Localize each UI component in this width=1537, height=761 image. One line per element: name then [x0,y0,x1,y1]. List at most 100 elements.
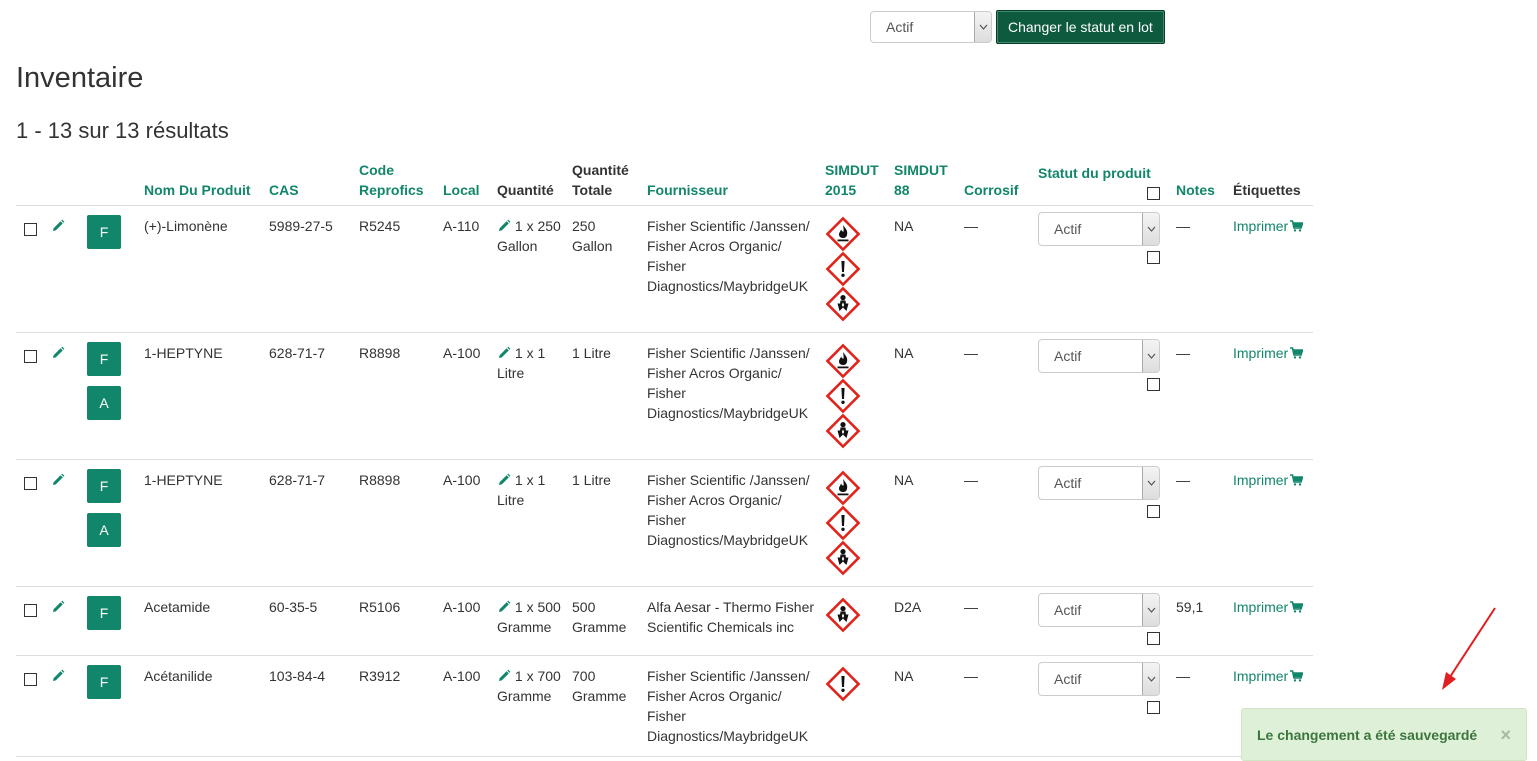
cart-icon [1288,668,1304,684]
batch-status-button[interactable]: Changer le statut en lot [996,10,1165,44]
labels-cell: Imprimer [1225,332,1313,460]
total-quantity: 500 Gramme [564,586,639,656]
status-value: Actif [1054,671,1082,687]
pencil-icon[interactable] [51,599,65,615]
row-edit-cell [43,459,79,587]
pencil-icon[interactable] [51,472,65,488]
status-value: Actif [1054,602,1082,618]
row-select-checkbox[interactable] [24,350,37,364]
pencil-icon[interactable] [51,218,65,234]
header-local[interactable]: Local [435,160,489,206]
batch-status-select[interactable]: Actif [870,11,992,43]
status-cell: Actif [1030,332,1168,460]
tag-button-f[interactable]: F [87,342,121,376]
print-link[interactable]: Imprimer [1233,668,1304,684]
status-select[interactable]: Actif [1038,212,1160,246]
simdut88-value: NA [886,655,956,757]
tag-button-f[interactable]: F [87,596,121,630]
location: A-100 [435,332,489,460]
header-corrosive[interactable]: Corrosif [956,160,1030,206]
status-cell: Actif [1030,655,1168,757]
row-select-checkbox[interactable] [24,223,37,237]
status-checkbox[interactable] [1147,632,1160,645]
status-checkbox[interactable] [1147,505,1160,518]
inventory-table: Nom Du Produit CAS Code Reprofics Local … [16,160,1313,757]
status-checkbox[interactable] [1147,378,1160,391]
header-notes[interactable]: Notes [1168,160,1225,206]
pencil-icon[interactable] [51,345,65,361]
quantity-cell: 1 x 1 Litre [489,332,564,460]
pencil-icon[interactable] [497,218,511,234]
print-label: Imprimer [1233,668,1289,684]
location: A-110 [435,205,489,333]
status-select[interactable]: Actif [1038,593,1160,627]
header-code[interactable]: Code Reprofics [351,160,435,206]
quantity-cell: 1 x 250 Gallon [489,205,564,333]
row-select-checkbox[interactable] [24,477,37,491]
select-all-status-checkbox[interactable] [1147,187,1160,200]
row-edit-cell [43,655,79,757]
labels-cell: Imprimer [1225,205,1313,333]
header-simdut2015[interactable]: SIMDUT 2015 [817,160,886,206]
print-link[interactable]: Imprimer [1233,345,1304,361]
tag-button-a[interactable]: A [87,513,121,547]
chevron-down-icon [1142,340,1159,372]
table-row: F Acetamide 60-35-5 R5106 A-100 1 x 500 … [16,586,1313,656]
row-edit-cell [43,586,79,656]
row-tags-cell: FA [79,459,136,587]
pencil-icon[interactable] [497,345,511,361]
row-tags-cell: F [79,655,136,757]
chevron-down-icon [1142,594,1159,626]
status-cell: Actif [1030,459,1168,587]
row-select-cell [16,586,43,656]
toast-close-icon[interactable]: × [1500,725,1511,746]
header-status[interactable]: Statut du produit [1030,160,1168,206]
tag-button-f[interactable]: F [87,215,121,249]
print-link[interactable]: Imprimer [1233,218,1304,234]
notes-value: — [1168,459,1225,587]
pencil-icon[interactable] [497,668,511,684]
pencil-icon[interactable] [497,472,511,488]
cart-icon [1288,599,1304,615]
print-link[interactable]: Imprimer [1233,472,1304,488]
status-checkbox[interactable] [1147,701,1160,714]
header-supplier[interactable]: Fournisseur [639,160,817,206]
tag-button-a[interactable]: A [87,386,121,420]
status-select[interactable]: Actif [1038,339,1160,373]
tag-button-f[interactable]: F [87,665,121,699]
header-select [16,160,43,206]
row-select-checkbox[interactable] [24,673,37,687]
status-select[interactable]: Actif [1038,662,1160,696]
print-link[interactable]: Imprimer [1233,599,1304,615]
status-select[interactable]: Actif [1038,466,1160,500]
header-simdut88[interactable]: SIMDUT 88 [886,160,956,206]
corrosive-value: — [956,655,1030,757]
simdut2015-cell [817,459,886,587]
header-name[interactable]: Nom Du Produit [136,160,261,206]
exclamation-pictogram [825,378,861,414]
annotation-arrow [1442,607,1496,690]
supplier: Alfa Aesar - Thermo Fisher Scientific Ch… [639,586,817,656]
row-tags-cell: F [79,205,136,333]
labels-cell: Imprimer [1225,459,1313,587]
corrosive-value: — [956,205,1030,333]
pencil-icon[interactable] [51,668,65,684]
exclamation-pictogram [825,505,861,541]
cart-icon [1288,218,1304,234]
reprofics-code: R8898 [351,332,435,460]
chevron-down-icon [974,12,991,42]
pencil-icon[interactable] [497,599,511,615]
notes-value: — [1168,332,1225,460]
exclamation-pictogram [825,666,861,702]
health-hazard-pictogram [825,286,861,322]
header-cas[interactable]: CAS [261,160,351,206]
chevron-down-icon [1142,663,1159,695]
chevron-down-icon [1142,213,1159,245]
row-select-cell [16,655,43,757]
cas-number: 60-35-5 [261,586,351,656]
simdut88-value: D2A [886,586,956,656]
supplier: Fisher Scientific /Janssen/ Fisher Acros… [639,459,817,587]
tag-button-f[interactable]: F [87,469,121,503]
row-select-checkbox[interactable] [24,604,37,618]
status-checkbox[interactable] [1147,251,1160,264]
